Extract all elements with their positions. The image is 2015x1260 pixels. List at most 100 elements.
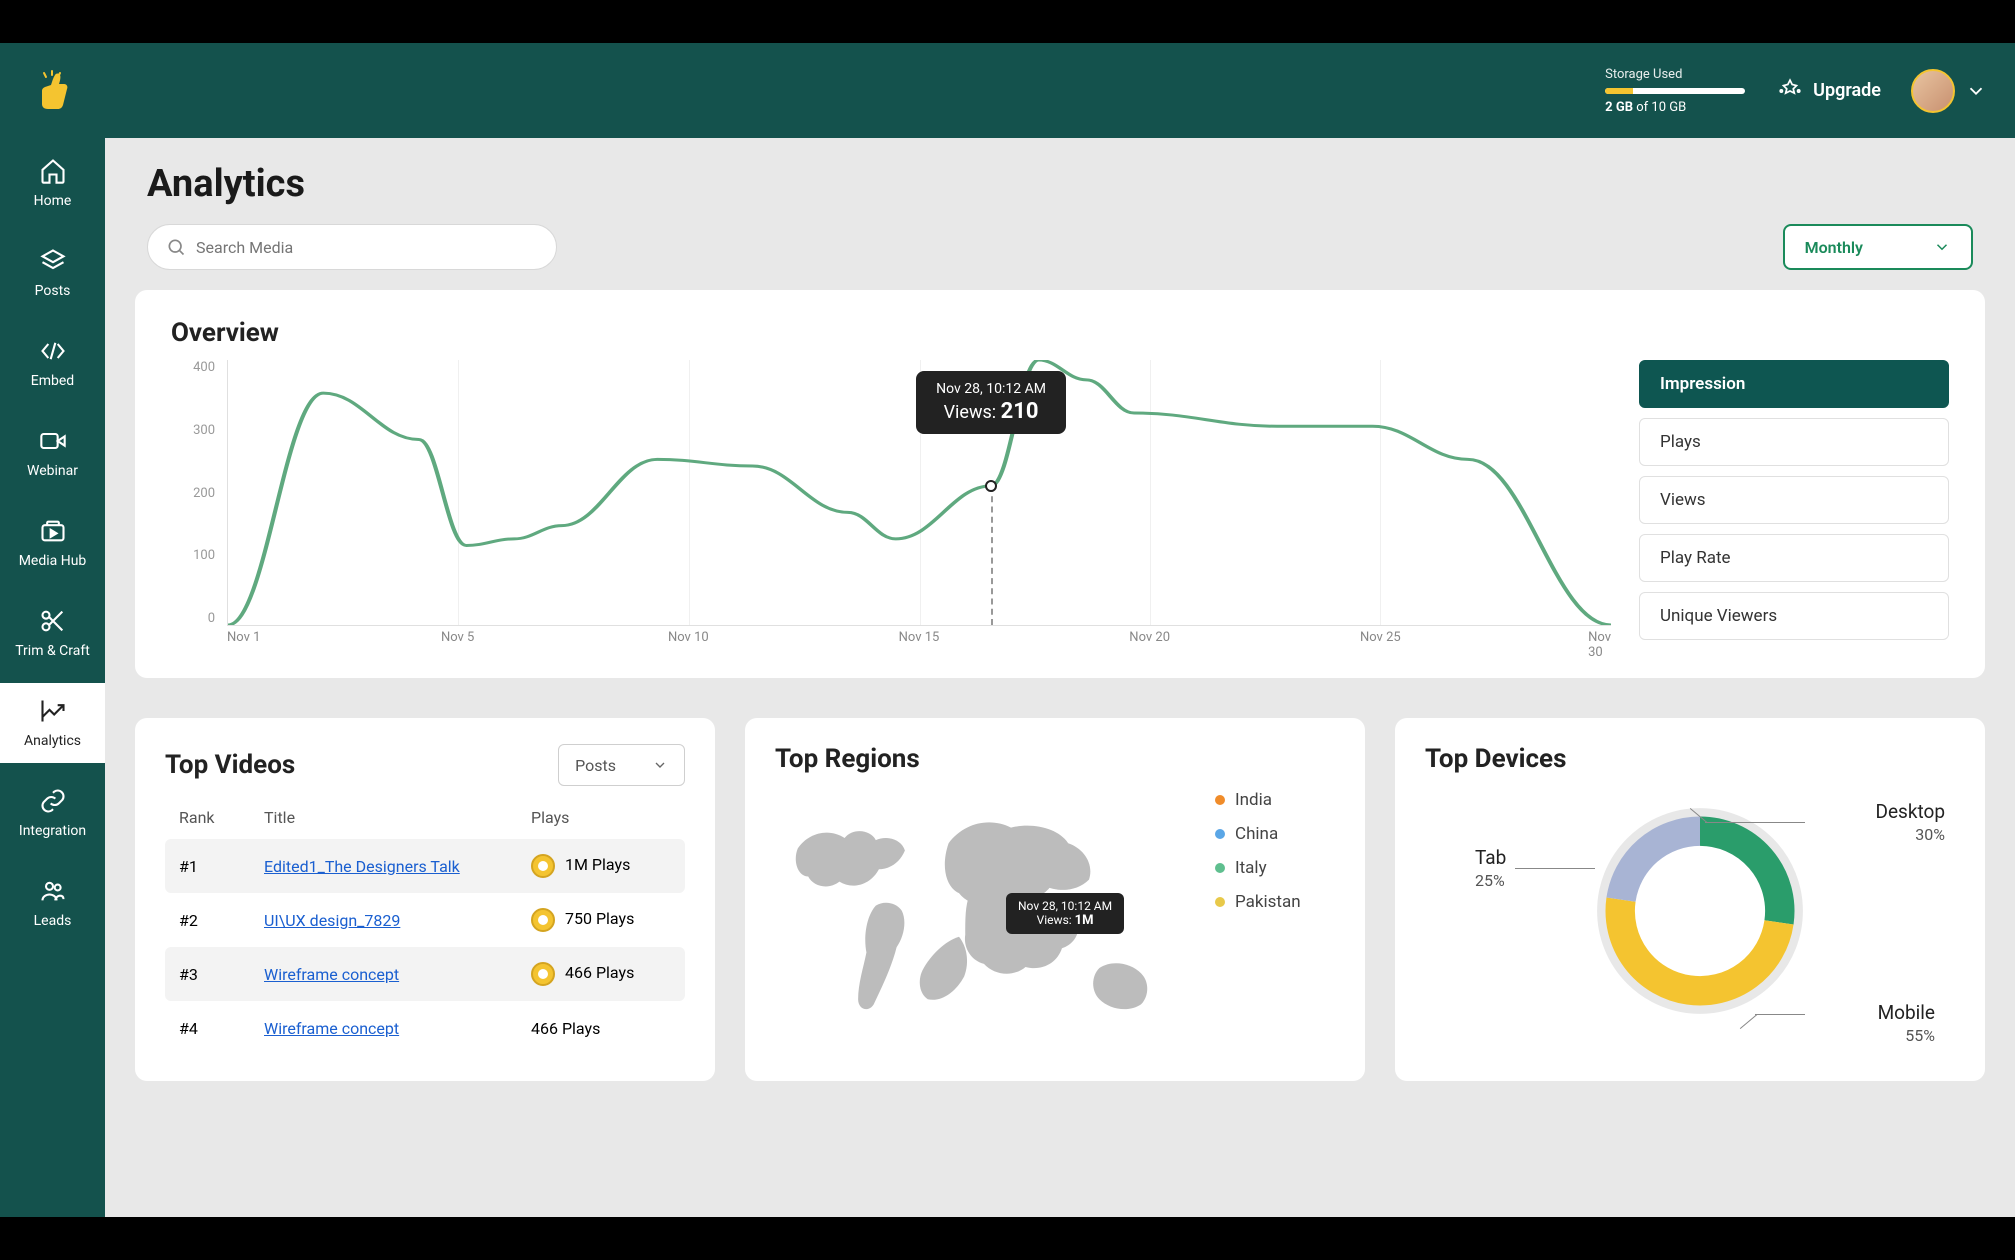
metric-play-rate[interactable]: Play Rate (1639, 534, 1949, 582)
storage-indicator: Storage Used 2 GB of 10 GB (1605, 67, 1745, 115)
table-header: Rank Title Plays (165, 802, 685, 833)
top-videos-filter-dropdown[interactable]: Posts (558, 744, 685, 786)
metric-impression[interactable]: Impression (1639, 360, 1949, 408)
period-dropdown[interactable]: Monthly (1783, 224, 1973, 270)
sidebar-item-posts[interactable]: Posts (0, 233, 105, 313)
col-title: Title (264, 808, 531, 827)
overview-card: Overview 4003002001000 (135, 290, 1985, 678)
cell-rank: #1 (179, 857, 264, 876)
col-rank: Rank (179, 808, 264, 827)
page-title: Analytics (147, 162, 1973, 206)
cell-rank: #3 (179, 965, 264, 984)
period-label: Monthly (1805, 238, 1863, 257)
top-regions-card: Top Regions (745, 718, 1365, 1081)
search-icon (166, 237, 186, 257)
tooltip-time: Nov 28, 10:12 AM (934, 381, 1048, 397)
users-icon (39, 877, 67, 905)
legend-label: Pakistan (1235, 892, 1301, 912)
sidebar-item-webinar[interactable]: Webinar (0, 413, 105, 493)
map-tooltip-time: Nov 28, 10:12 AM (1018, 899, 1112, 913)
sidebar-item-label: Posts (35, 283, 71, 299)
top-videos-card: Top Videos Posts Rank Title Plays #1 Edi… (135, 718, 715, 1081)
sidebar-item-label: Leads (34, 913, 72, 929)
device-label-desktop: Desktop30% (1875, 800, 1945, 844)
sidebar-item-embed[interactable]: Embed (0, 323, 105, 403)
col-plays: Plays (531, 808, 671, 827)
top-videos-title: Top Videos (165, 750, 295, 780)
chevron-down-icon (652, 757, 668, 773)
upgrade-icon (1777, 78, 1803, 104)
metric-plays[interactable]: Plays (1639, 418, 1949, 466)
cell-rank: #4 (179, 1019, 264, 1038)
sidebar-item-label: Analytics (24, 733, 81, 749)
metric-views[interactable]: Views (1639, 476, 1949, 524)
sidebar-item-media-hub[interactable]: Media Hub (0, 503, 105, 583)
legend-swatch (1215, 829, 1225, 839)
table-row: #3 Wireframe concept 466 Plays (165, 947, 685, 1001)
top-regions-title: Top Regions (775, 744, 1335, 774)
legend-item: India (1215, 790, 1335, 810)
sidebar-item-label: Media Hub (19, 553, 87, 569)
video-link[interactable]: Wireframe concept (264, 1019, 399, 1038)
sidebar-item-integration[interactable]: Integration (0, 773, 105, 853)
legend-item: Pakistan (1215, 892, 1335, 912)
layers-icon (39, 247, 67, 275)
cell-rank: #2 (179, 911, 264, 930)
table-row: #4 Wireframe concept 466 Plays (165, 1001, 685, 1055)
cell-plays: 750 Plays (531, 908, 671, 932)
storage-bar (1605, 88, 1745, 94)
video-icon (39, 427, 67, 455)
sidebar-item-leads[interactable]: Leads (0, 863, 105, 943)
sidebar-item-trim-craft[interactable]: Trim & Craft (0, 593, 105, 673)
overview-chart: 4003002001000 Nov 28, 10:12 AM (171, 360, 1611, 650)
donut-chart (1595, 806, 1805, 1016)
home-icon (39, 157, 67, 185)
chevron-down-icon (1933, 238, 1951, 256)
search-input[interactable] (147, 224, 557, 270)
main-content: Analytics Monthly Overview 4003002001000 (105, 43, 2015, 1217)
media-icon (39, 517, 67, 545)
overview-title: Overview (171, 318, 1949, 348)
table-row: #2 UI\UX design_7829 750 Plays (165, 893, 685, 947)
tooltip-value: 210 (1001, 399, 1039, 424)
sidebar-item-home[interactable]: Home (0, 143, 105, 223)
map-tooltip-label: Views: (1037, 913, 1075, 927)
map-svg (775, 786, 1195, 1046)
chart-tooltip: Nov 28, 10:12 AM Views: 210 (916, 371, 1066, 434)
table-row: #1 Edited1_The Designers Talk 1M Plays (165, 839, 685, 893)
sidebar-item-label: Home (34, 193, 72, 209)
tooltip-label: Views: (944, 402, 1001, 423)
legend-item: China (1215, 824, 1335, 844)
search-field[interactable] (196, 238, 538, 257)
video-link[interactable]: UI\UX design_7829 (264, 911, 400, 930)
metric-selector: Impression Plays Views Play Rate Unique View… (1639, 360, 1949, 650)
sidebar: Home Posts Embed Webinar Media Hub Trim … (0, 43, 105, 1217)
dropdown-label: Posts (575, 756, 616, 775)
legend-label: India (1235, 790, 1272, 810)
video-link[interactable]: Edited1_The Designers Talk (264, 857, 460, 876)
storage-text: 2 GB of 10 GB (1605, 100, 1745, 115)
device-label-tab: Tab25% (1475, 846, 1506, 890)
legend-swatch (1215, 863, 1225, 873)
top-devices-title: Top Devices (1425, 744, 1955, 774)
avatar[interactable] (1911, 69, 1955, 113)
cell-plays: 1M Plays (531, 854, 671, 878)
sidebar-item-label: Embed (31, 373, 74, 389)
world-map: Nov 28, 10:12 AM Views: 1M (775, 786, 1195, 1046)
cell-plays: 466 Plays (531, 1019, 671, 1038)
chevron-down-icon[interactable] (1965, 80, 1987, 102)
link-icon (39, 787, 67, 815)
video-link[interactable]: Wireframe concept (264, 965, 399, 984)
chart-guide-line (991, 486, 993, 625)
app-logo-icon (28, 67, 76, 115)
sidebar-item-label: Integration (19, 823, 86, 839)
storage-label: Storage Used (1605, 67, 1745, 82)
map-tooltip-value: 1M (1075, 913, 1094, 928)
sidebar-item-analytics[interactable]: Analytics (0, 683, 105, 763)
top-bar: Storage Used 2 GB of 10 GB Upgrade (0, 43, 2015, 138)
code-icon (39, 337, 67, 365)
upgrade-button[interactable]: Upgrade (1777, 78, 1881, 104)
medal-icon (531, 908, 555, 932)
legend-label: China (1235, 824, 1278, 844)
metric-unique-viewers[interactable]: Unique Viewers (1639, 592, 1949, 640)
